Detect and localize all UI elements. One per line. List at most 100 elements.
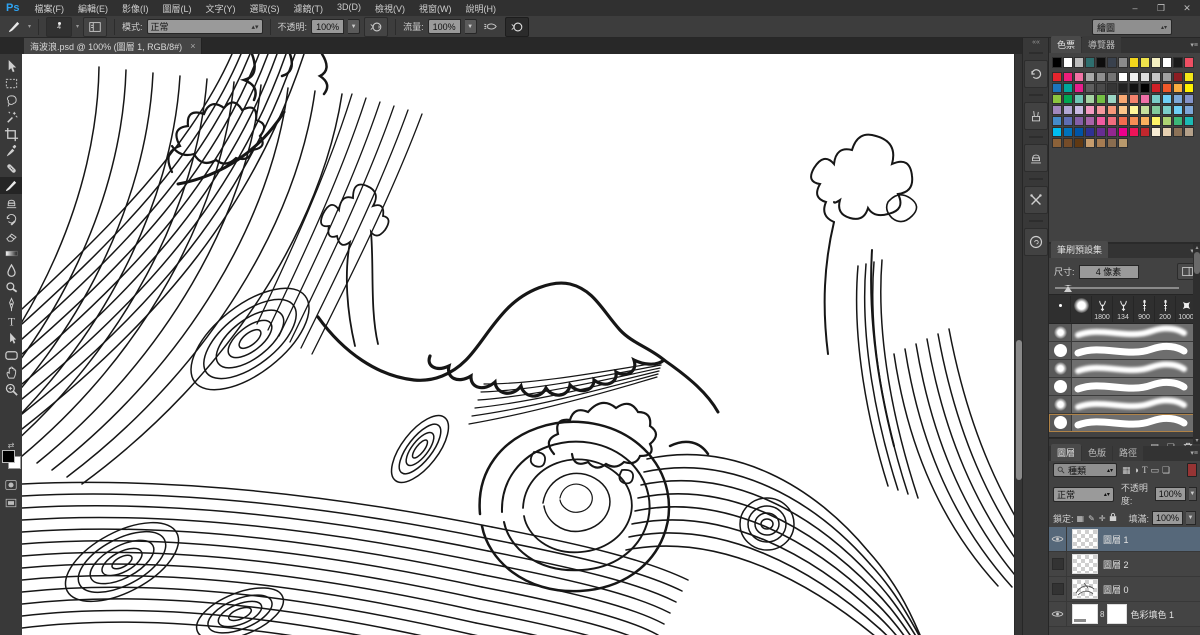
color-swatch[interactable] xyxy=(1052,72,1062,82)
tool-presets-panel-icon[interactable] xyxy=(1024,102,1048,130)
chevron-down-icon[interactable]: ▾ xyxy=(28,23,31,30)
color-swatch[interactable] xyxy=(1052,57,1062,68)
color-swatch[interactable] xyxy=(1096,57,1106,68)
color-swatch[interactable] xyxy=(1074,105,1084,115)
color-swatch[interactable] xyxy=(1118,72,1128,82)
color-swatch[interactable] xyxy=(1129,94,1139,104)
color-swatch[interactable] xyxy=(1074,138,1084,148)
filter-toggle-switch[interactable] xyxy=(1187,463,1197,477)
menu-item-8[interactable]: 檢視(V) xyxy=(368,2,412,15)
layer-blend-mode-dropdown[interactable]: 正常 ▴▾ xyxy=(1053,487,1114,502)
visibility-eye-icon[interactable] xyxy=(1049,527,1067,551)
color-swatch[interactable] xyxy=(1085,138,1095,148)
rectangular-marquee-tool[interactable] xyxy=(0,75,22,92)
scroll-up-icon[interactable]: ▴ xyxy=(1193,244,1200,251)
brush-preset-dot[interactable] xyxy=(1050,296,1071,322)
flow-value[interactable]: 100% xyxy=(428,19,461,34)
color-swatch[interactable] xyxy=(1184,105,1194,115)
color-swatch[interactable] xyxy=(1184,116,1194,126)
color-swatch[interactable] xyxy=(1052,105,1062,115)
layer-thumbnail[interactable] xyxy=(1072,529,1098,549)
color-swatch[interactable] xyxy=(1173,83,1183,93)
brush-size-slider[interactable] xyxy=(1055,284,1193,292)
color-swatch[interactable] xyxy=(1162,57,1172,68)
collapse-panels-icon[interactable]: «« xyxy=(1023,38,1049,48)
lock-all-icon[interactable] xyxy=(1109,512,1117,524)
zoom-tool[interactable] xyxy=(0,381,22,398)
canvas[interactable] xyxy=(22,54,1014,635)
brush-size-picker[interactable]: 4 xyxy=(46,17,72,37)
brush-preset-spike[interactable]: 900 xyxy=(1134,296,1155,322)
airbrush-icon[interactable] xyxy=(481,19,501,35)
foreground-background-colors[interactable] xyxy=(2,450,20,468)
color-swatch[interactable] xyxy=(1074,83,1084,93)
color-swatch[interactable] xyxy=(1052,138,1062,148)
tab-channels[interactable]: 色版 xyxy=(1082,444,1112,461)
color-swatch[interactable] xyxy=(1184,94,1194,104)
brush-stroke-preset[interactable] xyxy=(1049,378,1200,396)
eraser-tool[interactable] xyxy=(0,228,22,245)
type-filter-icon[interactable]: T xyxy=(1142,465,1148,475)
color-swatch[interactable] xyxy=(1118,57,1128,68)
color-swatch[interactable] xyxy=(1107,116,1117,126)
brush-stroke-preset[interactable] xyxy=(1049,324,1200,342)
type-tool[interactable]: T xyxy=(0,313,22,330)
menu-item-10[interactable]: 說明(H) xyxy=(458,2,503,15)
restore-button[interactable]: ❐ xyxy=(1148,0,1174,16)
dodge-tool[interactable] xyxy=(0,279,22,296)
chevron-down-icon[interactable]: ▾ xyxy=(76,23,79,30)
color-swatch[interactable] xyxy=(1074,127,1084,137)
hand-tool[interactable] xyxy=(0,364,22,381)
color-swatch[interactable] xyxy=(1151,105,1161,115)
color-swatch[interactable] xyxy=(1063,57,1073,68)
color-swatch[interactable] xyxy=(1140,116,1150,126)
color-swatch[interactable] xyxy=(1118,83,1128,93)
color-swatch[interactable] xyxy=(1107,94,1117,104)
menu-item-5[interactable]: 選取(S) xyxy=(242,2,286,15)
color-swatch[interactable] xyxy=(1140,57,1150,68)
layer-filter-dropdown[interactable]: 種類 ▴▾ xyxy=(1053,463,1117,477)
color-swatch[interactable] xyxy=(1162,105,1172,115)
color-swatch[interactable] xyxy=(1107,83,1117,93)
color-swatch[interactable] xyxy=(1096,138,1106,148)
visibility-toggle-empty[interactable] xyxy=(1049,577,1067,601)
color-swatch[interactable] xyxy=(1074,94,1084,104)
blend-mode-dropdown[interactable]: 正常 ▴▾ xyxy=(147,19,263,34)
color-swatch[interactable] xyxy=(1085,94,1095,104)
creative-cloud-panel-icon[interactable] xyxy=(1024,228,1048,256)
color-swatch[interactable] xyxy=(1107,127,1117,137)
color-swatch[interactable] xyxy=(1118,116,1128,126)
color-swatch[interactable] xyxy=(1184,127,1194,137)
color-swatch[interactable] xyxy=(1107,72,1117,82)
color-swatch[interactable] xyxy=(1173,57,1183,68)
color-swatch[interactable] xyxy=(1107,57,1117,68)
color-swatch[interactable] xyxy=(1173,72,1183,82)
color-swatch[interactable] xyxy=(1096,72,1106,82)
color-swatch[interactable] xyxy=(1184,57,1194,68)
toggle-brush-panel-button[interactable] xyxy=(83,17,107,37)
color-swatch[interactable] xyxy=(1074,57,1084,68)
screen-mode-button[interactable] xyxy=(2,496,20,510)
menu-item-7[interactable]: 3D(D) xyxy=(330,2,368,15)
color-swatch[interactable] xyxy=(1118,105,1128,115)
scroll-down-icon[interactable]: ▾ xyxy=(1193,437,1200,444)
history-panel-icon[interactable] xyxy=(1024,60,1048,88)
layer-thumbnail[interactable] xyxy=(1072,579,1098,599)
crop-tool[interactable] xyxy=(0,126,22,143)
history-brush-tool[interactable] xyxy=(0,211,22,228)
brush-preset-grass[interactable]: 1800 xyxy=(1092,296,1113,322)
color-swatch[interactable] xyxy=(1085,116,1095,126)
color-swatch[interactable] xyxy=(1173,94,1183,104)
tab-brush-presets[interactable]: 筆刷預設集 xyxy=(1051,241,1108,258)
shape-filter-icon[interactable]: ▭ xyxy=(1150,465,1159,476)
color-swatch[interactable] xyxy=(1173,116,1183,126)
color-swatch[interactable] xyxy=(1140,105,1150,115)
color-swatch[interactable] xyxy=(1096,127,1106,137)
color-swatch[interactable] xyxy=(1140,83,1150,93)
color-swatch[interactable] xyxy=(1140,127,1150,137)
color-swatch[interactable] xyxy=(1129,127,1139,137)
brush-tool-preset-icon[interactable] xyxy=(4,19,24,35)
brush-stroke-preset[interactable] xyxy=(1049,342,1200,360)
menu-item-6[interactable]: 濾鏡(T) xyxy=(286,2,330,15)
pen-tool[interactable] xyxy=(0,296,22,313)
